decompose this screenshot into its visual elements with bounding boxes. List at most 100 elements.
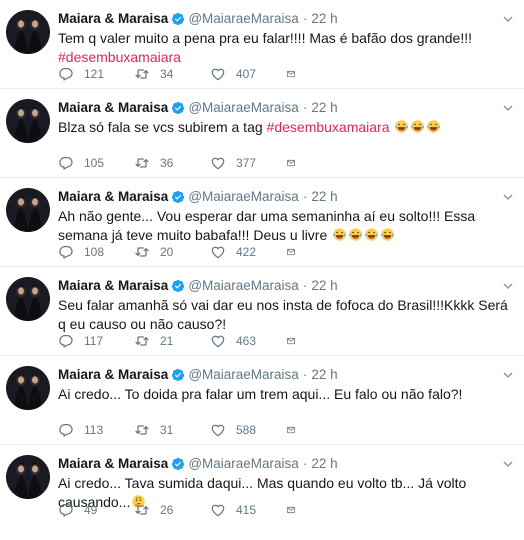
direct-message-button[interactable] — [286, 244, 306, 260]
heart-icon — [211, 504, 225, 517]
display-name[interactable]: Maiara & Maraisa — [58, 455, 168, 473]
chevron-down-icon[interactable] — [502, 280, 514, 292]
tweet-content: Maiara & Maraisa @MaiaraeMaraisa · 22 h Ah n… — [58, 188, 516, 245]
chevron-down-icon[interactable] — [502, 13, 514, 25]
retweet-button[interactable]: 31 — [134, 422, 210, 438]
timestamp[interactable]: 22 h — [311, 277, 337, 295]
timestamp[interactable]: 22 h — [311, 455, 337, 473]
like-button[interactable]: 588 — [210, 422, 286, 438]
avatar[interactable] — [6, 455, 50, 499]
tweet-header: Maiara & Maraisa @MaiaraeMaraisa · 22 h — [58, 366, 516, 384]
user-handle[interactable]: @MaiaraeMaraisa — [188, 10, 299, 28]
reply-button[interactable]: 121 — [58, 66, 134, 82]
tweet-text: Seu falar amanhã só vai dar eu nos insta… — [58, 297, 508, 332]
like-count: 422 — [236, 245, 257, 259]
tweet[interactable]: Maiara & Maraisa @MaiaraeMaraisa · 22 h Ai c… — [0, 445, 524, 536]
timestamp[interactable]: 22 h — [311, 99, 337, 117]
hashtag-link[interactable]: #desembuxamaiara — [58, 49, 181, 65]
retweet-button[interactable]: 36 — [134, 155, 210, 171]
reply-button[interactable]: 105 — [58, 155, 134, 171]
tears-of-joy-emoji-icon — [365, 228, 378, 241]
retweet-button[interactable]: 20 — [134, 244, 210, 260]
direct-message-button[interactable] — [286, 422, 306, 438]
verified-badge-icon — [172, 279, 185, 293]
chevron-down-icon[interactable] — [502, 369, 514, 381]
like-button[interactable]: 422 — [210, 244, 286, 260]
tweet-text: Ah não gente... Vou esperar dar uma sema… — [58, 208, 476, 243]
tears-of-joy-emoji-icon — [381, 228, 394, 241]
envelope-icon — [287, 506, 295, 514]
user-handle[interactable]: @MaiaraeMaraisa — [188, 188, 299, 206]
envelope-icon — [287, 248, 295, 256]
like-count: 377 — [236, 156, 257, 170]
display-name[interactable]: Maiara & Maraisa — [58, 99, 168, 117]
avatar[interactable] — [6, 277, 50, 321]
display-name[interactable]: Maiara & Maraisa — [58, 366, 168, 384]
retweet-button[interactable]: 26 — [134, 502, 210, 518]
tweet[interactable]: Maiara & Maraisa @MaiaraeMaraisa · 22 h Ah n… — [0, 178, 524, 267]
envelope-icon — [287, 159, 295, 167]
tweet[interactable]: Maiara & Maraisa @MaiaraeMaraisa · 22 h Blza… — [0, 89, 524, 178]
like-count: 407 — [236, 67, 257, 81]
direct-message-button[interactable] — [286, 66, 306, 82]
like-count: 463 — [236, 334, 257, 348]
tweet-feed: Maiara & Maraisa @MaiaraeMaraisa · 22 h Tem … — [0, 0, 524, 540]
tweet-actions: 117 21 463 — [58, 333, 306, 349]
direct-message-button[interactable] — [286, 502, 306, 518]
avatar[interactable] — [6, 188, 50, 232]
timestamp[interactable]: 22 h — [311, 188, 337, 206]
retweet-icon — [135, 336, 149, 346]
tweet-text: Ai credo... To doida pra falar um trem a… — [58, 386, 463, 402]
tweet[interactable]: Maiara & Maraisa @MaiaraeMaraisa · 22 h Tem … — [0, 0, 524, 89]
display-name[interactable]: Maiara & Maraisa — [58, 10, 168, 28]
reply-icon — [59, 504, 73, 517]
retweet-button[interactable]: 34 — [134, 66, 210, 82]
timestamp[interactable]: 22 h — [311, 366, 337, 384]
reply-button[interactable]: 108 — [58, 244, 134, 260]
avatar[interactable] — [6, 366, 50, 410]
tweet-body: Ah não gente... Vou esperar dar uma sema… — [58, 207, 516, 245]
retweet-button[interactable]: 21 — [134, 333, 210, 349]
hashtag-link[interactable]: #desembuxamaiara — [267, 119, 390, 135]
direct-message-button[interactable] — [286, 155, 306, 171]
avatar-image — [6, 99, 50, 143]
display-name[interactable]: Maiara & Maraisa — [58, 277, 168, 295]
retweet-icon — [135, 158, 149, 168]
separator-dot: · — [302, 456, 308, 471]
reply-button[interactable]: 113 — [58, 422, 134, 438]
display-name[interactable]: Maiara & Maraisa — [58, 188, 168, 206]
verified-badge-icon — [172, 12, 185, 26]
direct-message-button[interactable] — [286, 333, 306, 349]
reply-button[interactable]: 117 — [58, 333, 134, 349]
user-handle[interactable]: @MaiaraeMaraisa — [188, 99, 299, 117]
chevron-down-icon[interactable] — [502, 458, 514, 470]
retweet-count: 31 — [160, 423, 174, 437]
like-button[interactable]: 407 — [210, 66, 286, 82]
like-count: 415 — [236, 503, 257, 517]
tweet[interactable]: Maiara & Maraisa @MaiaraeMaraisa · 22 h Ai c… — [0, 356, 524, 445]
tweet-body: Seu falar amanhã só vai dar eu nos insta… — [58, 296, 516, 334]
tweet-content: Maiara & Maraisa @MaiaraeMaraisa · 22 h Tem … — [58, 10, 516, 67]
avatar-image — [6, 10, 50, 54]
avatar[interactable] — [6, 99, 50, 143]
chevron-down-icon[interactable] — [502, 191, 514, 203]
chevron-down-icon[interactable] — [502, 102, 514, 114]
tweet[interactable]: Maiara & Maraisa @MaiaraeMaraisa · 22 h Seu … — [0, 267, 524, 356]
like-button[interactable]: 377 — [210, 155, 286, 171]
avatar[interactable] — [6, 10, 50, 54]
like-button[interactable]: 463 — [210, 333, 286, 349]
tweet-header: Maiara & Maraisa @MaiaraeMaraisa · 22 h — [58, 188, 516, 206]
user-handle[interactable]: @MaiaraeMaraisa — [188, 455, 299, 473]
heart-icon — [211, 246, 225, 259]
timestamp[interactable]: 22 h — [311, 10, 337, 28]
user-handle[interactable]: @MaiaraeMaraisa — [188, 277, 299, 295]
like-button[interactable]: 415 — [210, 502, 286, 518]
separator-dot: · — [302, 100, 308, 115]
reply-button[interactable]: 49 — [58, 502, 134, 518]
reply-count: 105 — [84, 156, 105, 170]
tweet-body: Blza só fala se vcs subirem a tag #desem… — [58, 118, 516, 137]
retweet-count: 34 — [160, 67, 174, 81]
user-handle[interactable]: @MaiaraeMaraisa — [188, 366, 299, 384]
reply-icon — [59, 335, 73, 348]
tweet-actions: 105 36 377 — [58, 155, 306, 171]
